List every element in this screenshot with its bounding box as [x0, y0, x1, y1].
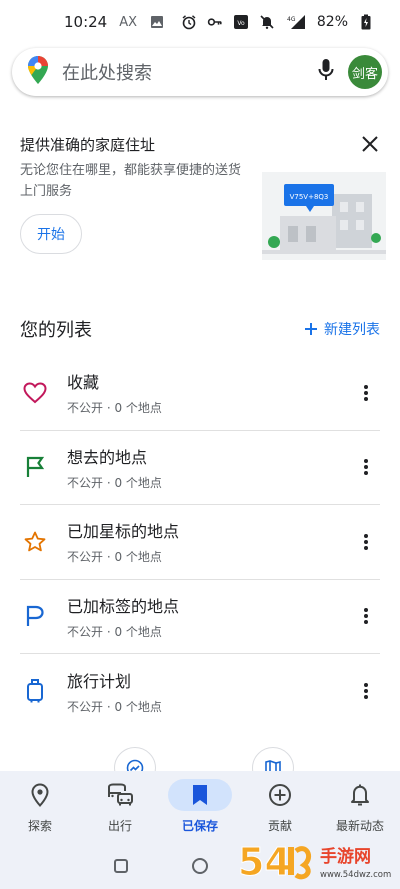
battery-charging-icon	[358, 14, 374, 30]
watermark-digits: 54	[238, 840, 291, 883]
bottom-navigation: 探索 出行 已保存 贡献 最新动态	[0, 771, 400, 843]
heart-icon	[20, 378, 50, 408]
luggage-icon	[20, 676, 50, 706]
watermark-domain: www.54dwz.com	[320, 870, 391, 880]
plus-icon	[305, 323, 317, 335]
nav-commute[interactable]: 出行	[80, 771, 160, 843]
nav-label: 已保存	[181, 819, 218, 833]
location-pin-icon	[8, 779, 72, 811]
more-options-icon[interactable]	[354, 679, 378, 703]
list-item-title: 已加星标的地点	[67, 522, 180, 542]
alarm-icon	[181, 14, 197, 30]
promo-title: 提供准确的家庭住址	[20, 136, 156, 154]
list-item-want-to-go[interactable]: 想去的地点 不公开 · 0 个地点	[20, 431, 380, 505]
more-options-icon[interactable]	[354, 381, 378, 405]
search-input[interactable]: 在此处搜索	[62, 59, 318, 85]
network-label: 4G	[287, 16, 296, 23]
list-item-subtitle: 不公开 · 0 个地点	[67, 550, 162, 565]
search-bar[interactable]: 在此处搜索 剑客	[12, 48, 388, 96]
nav-contribute[interactable]: 贡献	[240, 771, 320, 843]
more-options-icon[interactable]	[354, 455, 378, 479]
list-item-title: 旅行计划	[67, 671, 132, 691]
status-time: 10:24	[64, 13, 108, 31]
signal-icon: 4G	[285, 14, 307, 30]
start-button[interactable]: 开始	[20, 214, 82, 254]
close-icon[interactable]	[358, 132, 382, 156]
nav-explore[interactable]: 探索	[0, 771, 80, 843]
status-bar: 10:24 AX Vo 4G 82%	[0, 0, 400, 44]
watermark-logo: 54 手游网 www.54dwz.com	[236, 837, 396, 885]
status-indicator: AX	[119, 14, 138, 30]
list-item-title: 已加标签的地点	[67, 596, 180, 616]
maps-logo-icon	[28, 56, 48, 88]
battery-level: 82%	[316, 14, 348, 30]
add-circle-icon	[248, 779, 312, 811]
nav-label: 出行	[107, 819, 132, 833]
list-item-title: 收藏	[67, 373, 100, 393]
recent-apps-button[interactable]	[114, 859, 128, 873]
nav-updates[interactable]: 最新动态	[320, 771, 400, 843]
avatar[interactable]: 剑客	[348, 55, 382, 89]
list-item-subtitle: 不公开 · 0 个地点	[67, 699, 162, 714]
more-options-icon[interactable]	[354, 604, 378, 628]
list-item-labeled[interactable]: 已加标签的地点 不公开 · 0 个地点	[20, 580, 380, 654]
nav-label: 最新动态	[335, 819, 384, 833]
list-item-title: 想去的地点	[67, 447, 148, 467]
image-icon	[149, 14, 165, 30]
svg-text:Vo: Vo	[237, 20, 245, 27]
promo-description: 无论您住在哪里，都能获享便捷的送货上门服务	[20, 163, 242, 199]
microphone-icon[interactable]	[318, 58, 334, 86]
list-item-subtitle: 不公开 · 0 个地点	[67, 475, 162, 490]
home-address-promo: 提供准确的家庭住址 无论您住在哪里，都能获享便捷的送货上门服务 开始 V75V+…	[0, 120, 400, 270]
lists-header: 您的列表 新建列表	[20, 316, 380, 342]
key-icon	[207, 14, 223, 30]
new-list-label: 新建列表	[324, 322, 380, 338]
lists-title: 您的列表	[20, 320, 92, 341]
house-illustration: V75V+8Q3	[262, 164, 386, 260]
flag-icon	[20, 452, 50, 482]
list-item-travel-plans[interactable]: 旅行计划 不公开 · 0 个地点	[20, 654, 380, 729]
volte-icon: Vo	[233, 14, 249, 30]
nav-label: 探索	[27, 819, 52, 833]
label-flag-icon	[20, 601, 50, 631]
watermark-text: 手游网	[320, 846, 371, 867]
new-list-button[interactable]: 新建列表	[304, 319, 380, 339]
home-button[interactable]	[192, 858, 208, 874]
nav-saved[interactable]: 已保存	[160, 771, 240, 843]
list-item-starred[interactable]: 已加星标的地点 不公开 · 0 个地点	[20, 505, 380, 580]
list-item-subtitle: 不公开 · 0 个地点	[67, 624, 162, 639]
bell-icon	[328, 779, 392, 811]
list-item-favorites[interactable]: 收藏 不公开 · 0 个地点	[20, 356, 380, 431]
mute-bell-icon	[259, 14, 275, 30]
star-icon	[20, 527, 50, 557]
nav-label: 贡献	[267, 819, 292, 833]
bookmark-icon	[168, 779, 232, 811]
commute-icon	[88, 779, 152, 811]
saved-lists: 收藏 不公开 · 0 个地点 想去的地点 不公开 · 0 个地点 已加星标的地点…	[20, 356, 380, 729]
plus-code-label: V75V+8Q3	[290, 193, 329, 201]
list-item-subtitle: 不公开 · 0 个地点	[67, 401, 162, 416]
more-options-icon[interactable]	[354, 530, 378, 554]
